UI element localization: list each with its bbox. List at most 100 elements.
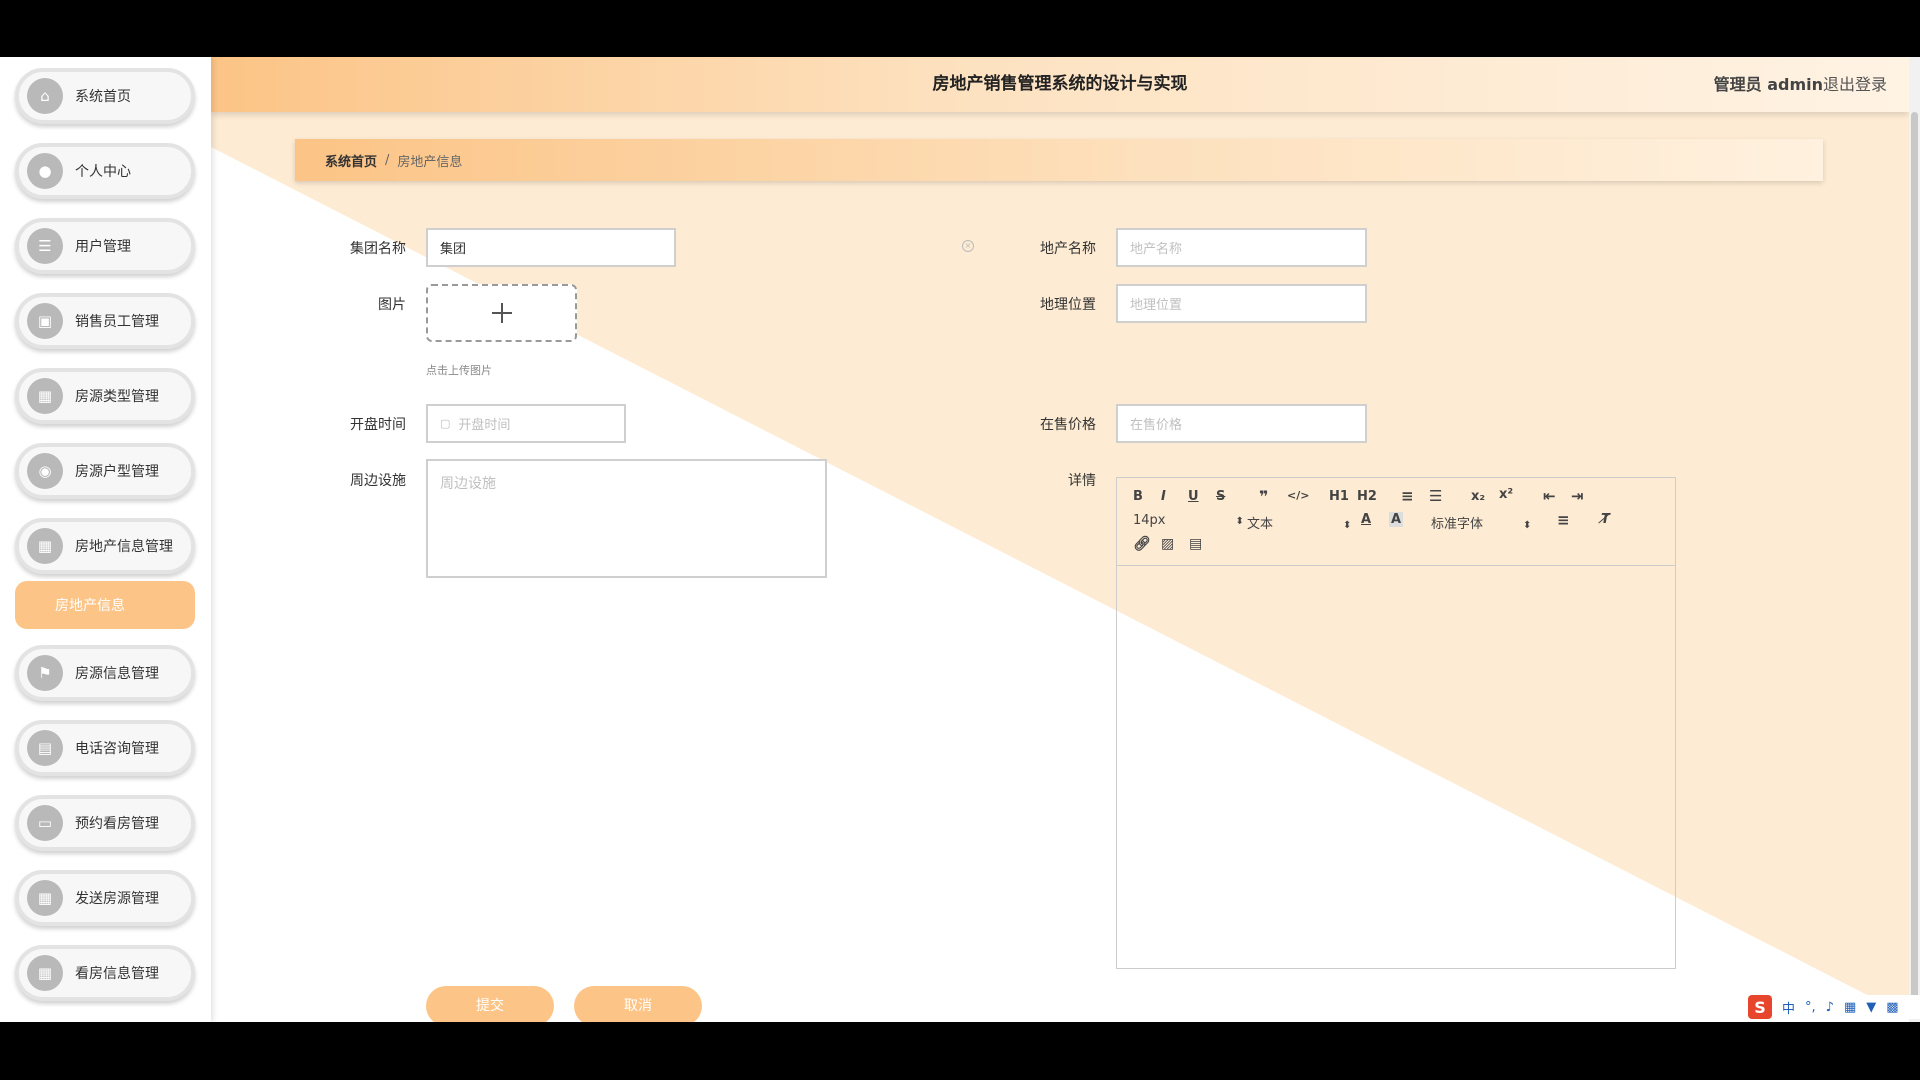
rich-text-editor: B I U S ❞ </> H1 H2 ≡ ☰ x₂ x² ⇤ ⇥ 14px ⬍ … (1116, 477, 1676, 969)
app-screen: 房地产销售管理系统的设计与实现 管理员 admin 退出登录 ⌂ 系统首页 ● … (0, 57, 1920, 1022)
heading1-icon[interactable]: H1 (1329, 489, 1349, 504)
sidebar-item-house-types[interactable]: ▦ 房源类型管理 (15, 368, 195, 424)
clear-icon[interactable]: × (962, 240, 974, 252)
breadcrumb-home[interactable]: 系统首页 (325, 151, 377, 170)
group-name-label: 集团名称 (350, 241, 406, 257)
cancel-button[interactable]: 取消 (574, 986, 702, 1022)
sidebar-item-phone-inquiries[interactable]: ▤ 电话咨询管理 (15, 720, 195, 776)
top-header: 房地产销售管理系统的设计与实现 管理员 admin 退出登录 (211, 57, 1909, 112)
upload-hint: 点击上传图片 (426, 364, 492, 377)
strikethrough-icon[interactable]: S (1216, 489, 1225, 504)
app-title: 房地产销售管理系统的设计与实现 (932, 74, 1188, 94)
chevron-updown-icon: ⬍ (1343, 520, 1352, 531)
breadcrumb-current: 房地产信息 (397, 154, 463, 170)
grid-icon: ▦ (27, 378, 63, 414)
grid-icon: ▦ (27, 955, 63, 991)
sidebar-item-label: 系统首页 (75, 89, 131, 105)
logout-link[interactable]: 退出登录 (1823, 57, 1887, 112)
sidebar-item-viewing-info[interactable]: ▦ 看房信息管理 (15, 945, 195, 1001)
image-upload-box[interactable] (426, 284, 577, 342)
sidebar-item-label: 用户管理 (75, 239, 131, 255)
ime-toolbar[interactable]: S 中 °, ♪ ▦ ▼ ▩ (1740, 995, 1920, 1019)
home-icon: ⌂ (27, 78, 63, 114)
flag-icon: ⚑ (27, 655, 63, 691)
price-input[interactable]: 在售价格 (1116, 404, 1367, 443)
superscript-icon[interactable]: x² (1499, 487, 1513, 502)
font-color-icon[interactable]: A (1361, 512, 1371, 527)
open-time-input[interactable]: ▢ 开盘时间 (426, 404, 626, 443)
sogou-logo-icon: S (1748, 995, 1772, 1019)
microphone-icon: ♪ (1825, 999, 1834, 1015)
location-input[interactable]: 地理位置 (1116, 284, 1367, 323)
briefcase-icon: ▣ (27, 303, 63, 339)
sidebar-item-label: 销售员工管理 (75, 314, 159, 330)
submit-button[interactable]: 提交 (426, 986, 554, 1022)
monitor-icon: ▭ (27, 805, 63, 841)
breadcrumb: 系统首页 / 房地产信息 (295, 139, 1823, 181)
ordered-list-icon[interactable]: ≡ (1401, 487, 1414, 505)
sidebar-item-viewing-appointments[interactable]: ▭ 预约看房管理 (15, 795, 195, 851)
sidebar-item-home[interactable]: ⌂ 系统首页 (15, 68, 195, 124)
sidebar-item-profile[interactable]: ● 个人中心 (15, 143, 195, 199)
sidebar-item-house-layouts[interactable]: ◉ 房源户型管理 (15, 443, 195, 499)
clear-format-icon[interactable]: T̸ (1601, 512, 1610, 527)
font-size-select[interactable]: 14px ⬍ (1133, 513, 1244, 528)
subscript-icon[interactable]: x₂ (1471, 489, 1485, 504)
indent-icon[interactable]: ⇥ (1571, 487, 1584, 505)
scrollbar-thumb[interactable] (1911, 112, 1918, 1012)
page-scrollbar[interactable] (1909, 57, 1920, 1022)
sidebar-item-label: 发送房源管理 (75, 891, 159, 907)
sidebar-item-sales-staff[interactable]: ▣ 销售员工管理 (15, 293, 195, 349)
current-user: 管理员 admin (1713, 75, 1823, 94)
facilities-textarea[interactable]: 周边设施 (426, 459, 827, 578)
group-name-input[interactable]: 集团 (426, 228, 676, 267)
sidebar-item-label: 房源户型管理 (75, 464, 159, 480)
editor-toolbar: B I U S ❞ </> H1 H2 ≡ ☰ x₂ x² ⇤ ⇥ 14px ⬍ … (1117, 478, 1675, 566)
price-label: 在售价格 (1040, 417, 1096, 433)
sidebar-subitem-estate-info[interactable]: 房地产信息 (15, 581, 195, 629)
plus-icon (491, 303, 512, 323)
underline-icon[interactable]: U (1188, 489, 1199, 504)
font-size-value: 14px (1133, 513, 1166, 528)
sidebar-item-estate-info[interactable]: ▦ 房地产信息管理 (15, 518, 195, 574)
chevron-updown-icon: ⬍ (1523, 520, 1532, 531)
shirt-icon: ▼ (1866, 999, 1877, 1015)
estate-name-input[interactable]: 地产名称 (1116, 228, 1367, 267)
font-family-select[interactable]: 标准字体 ⬍ (1431, 513, 1531, 532)
font-family-value: 标准字体 (1431, 517, 1484, 532)
sidebar-item-label: 房源信息管理 (75, 666, 159, 682)
heading-select[interactable]: 文本 ⬍ (1247, 513, 1351, 532)
calendar-icon: ▢ (440, 417, 451, 430)
breadcrumb-separator: / (385, 152, 390, 168)
sidebar-item-send-listings[interactable]: ▦ 发送房源管理 (15, 870, 195, 926)
bold-icon[interactable]: B (1133, 489, 1143, 504)
ime-lang: 中 (1782, 1001, 1796, 1017)
sidebar-item-label: 房源类型管理 (75, 389, 159, 405)
link-icon[interactable]: 🔗︎ (1133, 536, 1151, 552)
align-icon[interactable]: ≡ (1557, 511, 1570, 529)
blockquote-icon[interactable]: ❞ (1259, 487, 1268, 506)
sidebar-item-label: 房地产信息管理 (75, 539, 173, 555)
ime-punct: °, (1805, 999, 1816, 1015)
video-icon[interactable]: ▤ (1189, 536, 1202, 552)
heading-value: 文本 (1247, 517, 1274, 532)
heading2-icon[interactable]: H2 (1357, 489, 1377, 504)
detail-label: 详情 (1068, 473, 1096, 489)
editor-content-area[interactable] (1117, 567, 1675, 968)
outdent-icon[interactable]: ⇤ (1543, 487, 1556, 505)
background-color-icon[interactable]: A (1389, 512, 1404, 527)
keyboard-icon: ▦ (1843, 999, 1857, 1015)
grid-icon: ▦ (27, 880, 63, 916)
sidebar-item-listings[interactable]: ⚑ 房源信息管理 (15, 645, 195, 701)
sidebar-subitem-label: 房地产信息 (55, 598, 125, 614)
sidebar-item-label: 电话咨询管理 (75, 741, 159, 757)
italic-icon[interactable]: I (1161, 489, 1166, 504)
bullet-list-icon[interactable]: ☰ (1429, 487, 1442, 505)
pin-icon: ◉ (27, 453, 63, 489)
sidebar-item-users[interactable]: ☰ 用户管理 (15, 218, 195, 274)
user-icon: ● (27, 153, 63, 189)
facilities-label: 周边设施 (350, 473, 406, 489)
code-icon[interactable]: </> (1287, 489, 1309, 502)
sidebar-item-label: 个人中心 (75, 164, 131, 180)
image-icon[interactable]: ▨ (1161, 536, 1174, 552)
